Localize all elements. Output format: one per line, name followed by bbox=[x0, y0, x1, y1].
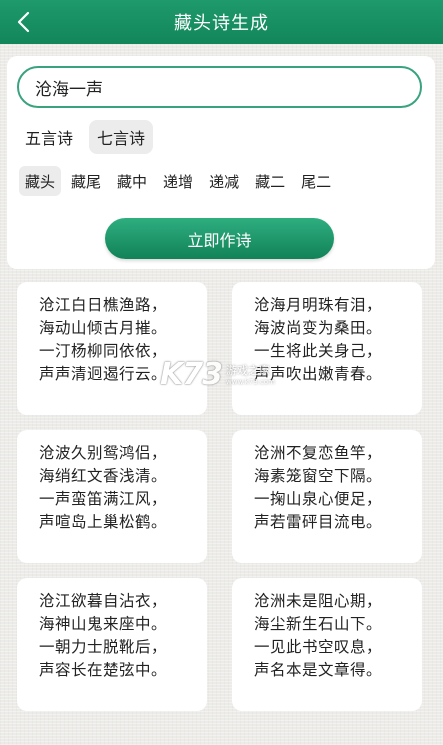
type-tail[interactable]: 藏尾 bbox=[65, 166, 107, 196]
type-second[interactable]: 藏二 bbox=[249, 166, 291, 196]
page-title: 藏头诗生成 bbox=[174, 13, 269, 34]
poem-line: 一生将此关身己， bbox=[254, 342, 383, 360]
type-tail-second[interactable]: 尾二 bbox=[295, 166, 337, 196]
type-increasing[interactable]: 递增 bbox=[157, 166, 199, 196]
poem-card[interactable]: 沧海月明珠有泪， 海波尚变为桑田。 一生将此关身己， 声声吹出嫩青春。 bbox=[232, 282, 422, 415]
poem-line: 声若雷砰目流电。 bbox=[254, 513, 383, 531]
poem-line: 声声吹出嫩青春。 bbox=[254, 365, 383, 383]
type-head[interactable]: 藏头 bbox=[19, 166, 62, 196]
poem-line: 沧江欲暮自沾衣， bbox=[39, 592, 168, 610]
poem-line: 声容长在楚弦中。 bbox=[39, 661, 168, 679]
poem-line: 海绡红文香浅清。 bbox=[39, 467, 168, 485]
poem-line: 海神山鬼来座中。 bbox=[39, 615, 168, 633]
poem-line: 沧洲不复恋鱼竿， bbox=[254, 444, 383, 462]
poem-card[interactable]: 沧洲不复恋鱼竿， 海素笼窗空下隔。 一掬山泉心便足， 声若雷砰目流电。 bbox=[232, 430, 422, 563]
settings-panel: 沧海一声 五言诗 七言诗 藏头 藏尾 藏中 递增 递减 藏二 尾二 立即作诗 bbox=[7, 56, 435, 269]
poem-line: 沧海月明珠有泪， bbox=[254, 296, 383, 314]
poem-line: 海动山倾古月摧。 bbox=[39, 319, 168, 337]
poem-card[interactable]: 沧洲未是阻心期， 海尘新生石山下。 一见此书空叹息， 声名本是文章得。 bbox=[232, 578, 422, 711]
back-button[interactable] bbox=[8, 4, 40, 40]
poem-line: 海尘新生石山下。 bbox=[254, 615, 383, 633]
poem-line: 一掬山泉心便足， bbox=[254, 490, 383, 508]
type-decreasing[interactable]: 递减 bbox=[203, 166, 245, 196]
poem-line: 一朝力士脱靴后， bbox=[39, 638, 168, 656]
keyword-input[interactable]: 沧海一声 bbox=[17, 66, 422, 108]
poem-line: 沧江白日樵渔路， bbox=[39, 296, 168, 314]
poem-card[interactable]: 沧江白日樵渔路， 海动山倾古月摧。 一汀杨柳同依依， 声声清迥遏行云。 bbox=[17, 282, 207, 415]
chevron-left-icon bbox=[17, 11, 30, 33]
poem-line: 沧波久别鸳鸿侣， bbox=[39, 444, 168, 462]
poem-line: 一见此书空叹息， bbox=[254, 638, 383, 656]
poem-line: 声声清迥遏行云。 bbox=[39, 365, 168, 383]
poem-line: 声名本是文章得。 bbox=[254, 661, 383, 679]
top-bar: 藏头诗生成 bbox=[0, 0, 443, 44]
poem-line: 一声蛮笛满江风， bbox=[39, 490, 168, 508]
poem-card[interactable]: 沧江欲暮自沾衣， 海神山鬼来座中。 一朝力士脱靴后， 声容长在楚弦中。 bbox=[17, 578, 207, 711]
poem-line: 海素笼窗空下隔。 bbox=[254, 467, 383, 485]
poem-line: 沧洲未是阻心期， bbox=[254, 592, 383, 610]
mode-seven-char[interactable]: 七言诗 bbox=[89, 120, 154, 154]
type-selector: 藏头 藏尾 藏中 递增 递减 藏二 尾二 bbox=[19, 166, 337, 196]
type-middle[interactable]: 藏中 bbox=[111, 166, 153, 196]
generate-button[interactable]: 立即作诗 bbox=[105, 218, 334, 259]
poem-line: 一汀杨柳同依依， bbox=[39, 342, 168, 360]
mode-five-char[interactable]: 五言诗 bbox=[17, 120, 81, 154]
mode-selector: 五言诗 七言诗 bbox=[17, 120, 154, 154]
poem-line: 海波尚变为桑田。 bbox=[254, 319, 383, 337]
poem-line: 声喧岛上巢松鹤。 bbox=[39, 513, 168, 531]
poem-card[interactable]: 沧波久别鸳鸿侣， 海绡红文香浅清。 一声蛮笛满江风， 声喧岛上巢松鹤。 bbox=[17, 430, 207, 563]
